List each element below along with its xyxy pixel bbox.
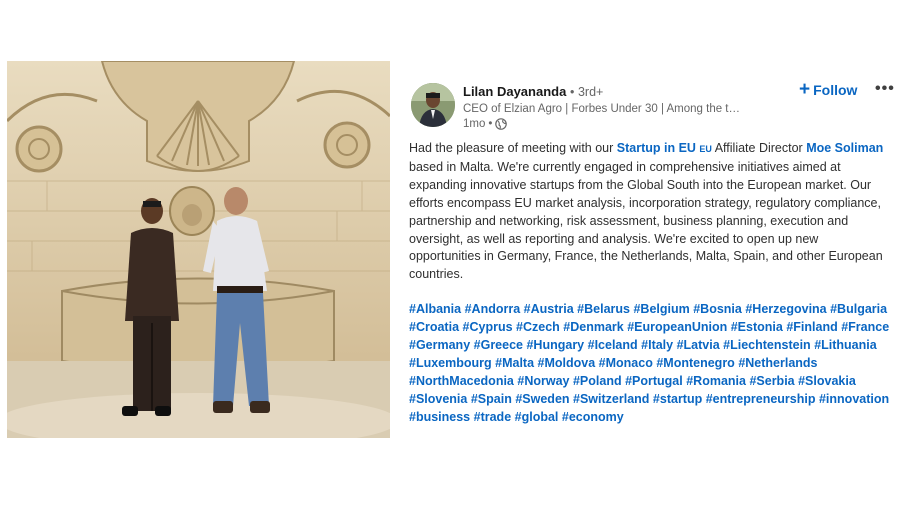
post-photo-illustration xyxy=(7,61,390,438)
hashtag-link[interactable]: #Greece xyxy=(474,338,523,352)
mention-startup-in-eu[interactable]: Startup in EU EU xyxy=(617,141,712,155)
hashtag-link[interactable]: #Spain xyxy=(471,392,512,406)
hashtag-link[interactable]: #Italy xyxy=(641,338,673,352)
follow-label: Follow xyxy=(813,82,858,98)
post-text-middle: Affiliate Director xyxy=(711,141,807,155)
hashtag-list: #Albania #Andorra #Austria #Belarus #Bel… xyxy=(409,301,891,426)
hashtag-link[interactable]: #Portugal xyxy=(625,374,683,388)
hashtag-link[interactable]: #NorthMacedonia xyxy=(409,374,514,388)
hashtag-link[interactable]: #Iceland xyxy=(588,338,638,352)
hashtag-link[interactable]: #Hungary xyxy=(526,338,584,352)
more-options-button[interactable]: ••• xyxy=(875,80,895,98)
hashtag-link[interactable]: #Bosnia xyxy=(693,302,742,316)
hashtag-link[interactable]: #Lithuania xyxy=(814,338,877,352)
post-text-intro: Had the pleasure of meeting with our xyxy=(409,141,617,155)
follow-button[interactable]: + Follow xyxy=(799,79,858,100)
hashtag-link[interactable]: #Herzegovina xyxy=(745,302,826,316)
globe-icon xyxy=(495,118,508,130)
hashtag-link[interactable]: #Switzerland xyxy=(573,392,649,406)
hashtag-link[interactable]: #innovation xyxy=(819,392,889,406)
hashtag-link[interactable]: #Sweden xyxy=(515,392,569,406)
hashtag-link[interactable]: #Moldova xyxy=(538,356,596,370)
actor-name[interactable]: Lilan Dayananda xyxy=(463,84,566,99)
hashtag-link[interactable]: #France xyxy=(841,320,889,334)
hashtag-link[interactable]: #Czech xyxy=(516,320,560,334)
hashtag-link[interactable]: #Slovakia xyxy=(798,374,856,388)
actor-name-row: Lilan Dayananda • 3rd+ xyxy=(463,84,603,99)
hashtag-link[interactable]: #entrepreneurship xyxy=(706,392,816,406)
connection-degree: 3rd+ xyxy=(577,85,604,99)
post-body: Had the pleasure of meeting with our Sta… xyxy=(409,140,891,284)
hashtag-link[interactable]: #Estonia xyxy=(731,320,783,334)
plus-icon: + xyxy=(799,79,811,100)
hashtag-link[interactable]: #Finland xyxy=(786,320,837,334)
hashtag-link[interactable]: #Bulgaria xyxy=(830,302,887,316)
hashtag-link[interactable]: #global xyxy=(515,410,559,424)
hashtag-link[interactable]: #Austria xyxy=(524,302,574,316)
meta-separator: • xyxy=(488,118,493,130)
mention-moe-soliman[interactable]: Moe Soliman xyxy=(806,141,883,155)
hashtag-link[interactable]: #Albania xyxy=(409,302,461,316)
hashtag-link[interactable]: #Andorra xyxy=(465,302,521,316)
hashtag-link[interactable]: #Denmark xyxy=(563,320,623,334)
post-meta: 1mo • xyxy=(463,118,508,130)
hashtag-link[interactable]: #Monaco xyxy=(599,356,653,370)
hashtag-link[interactable]: #Belgium xyxy=(633,302,689,316)
hashtag-link[interactable]: #Slovenia xyxy=(409,392,467,406)
hashtag-link[interactable]: #Poland xyxy=(573,374,622,388)
post-text-body: based in Malta. We're currently engaged … xyxy=(409,159,883,282)
hashtag-link[interactable]: #Montenegro xyxy=(656,356,734,370)
hashtag-link[interactable]: #Cyprus xyxy=(463,320,513,334)
hashtag-link[interactable]: #Liechtenstein xyxy=(723,338,811,352)
hashtag-link[interactable]: #economy xyxy=(562,410,624,424)
hashtag-link[interactable]: #Netherlands xyxy=(738,356,817,370)
hashtag-link[interactable]: #Serbia xyxy=(749,374,794,388)
post-photo[interactable] xyxy=(7,61,390,438)
hashtag-link[interactable]: #Romania xyxy=(686,374,746,388)
hashtag-link[interactable]: #Latvia xyxy=(677,338,720,352)
hashtag-link[interactable]: #Croatia xyxy=(409,320,459,334)
hashtag-link[interactable]: #Norway xyxy=(517,374,569,388)
hashtag-link[interactable]: #startup xyxy=(653,392,702,406)
hashtag-link[interactable]: #EuropeanUnion xyxy=(627,320,727,334)
hashtag-link[interactable]: #business xyxy=(409,410,470,424)
actor-avatar[interactable] xyxy=(411,83,455,127)
hashtag-link[interactable]: #trade xyxy=(474,410,512,424)
connection-separator: • xyxy=(569,85,575,99)
post-commentary: Had the pleasure of meeting with our Sta… xyxy=(409,140,891,427)
post-time: 1mo xyxy=(463,118,486,130)
actor-headline: CEO of Elzian Agro | Forbes Under 30 | A… xyxy=(463,103,746,115)
hashtag-link[interactable]: #Germany xyxy=(409,338,470,352)
mention-startup-in-eu-label: Startup in EU xyxy=(616,141,696,155)
avatar-photo xyxy=(411,83,455,127)
hashtag-link[interactable]: #Malta xyxy=(495,356,534,370)
hashtag-link[interactable]: #Belarus xyxy=(577,302,630,316)
hashtag-link[interactable]: #Luxembourg xyxy=(409,356,492,370)
mention-badge: EU xyxy=(699,144,712,154)
